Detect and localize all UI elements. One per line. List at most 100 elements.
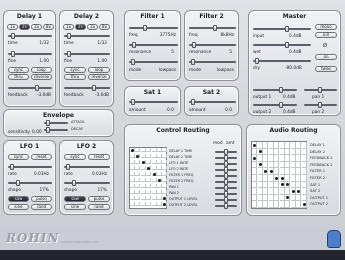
audio-routing-cell[interactable] <box>274 201 279 208</box>
control-routing-cell[interactable] <box>162 160 168 164</box>
control-routing-cell[interactable] <box>157 202 162 206</box>
control-routing-cell[interactable] <box>157 190 162 194</box>
audio-routing-cell[interactable] <box>274 161 279 169</box>
control-routing-amount-slider[interactable] <box>215 167 237 173</box>
control-routing-cell[interactable] <box>151 166 157 170</box>
delay-2-time-thumb[interactable] <box>67 33 71 39</box>
master-dry-slider[interactable] <box>253 58 311 64</box>
delay-1-reverse-button[interactable]: reverse <box>31 74 52 80</box>
lfo-1-shape-thumb[interactable] <box>16 180 20 186</box>
audio-routing-cell[interactable] <box>301 142 307 149</box>
audio-routing-cell[interactable] <box>301 161 307 169</box>
control-routing-cell[interactable] <box>135 202 141 206</box>
audio-routing-cell[interactable] <box>301 194 307 202</box>
control-routing-cell[interactable] <box>130 172 135 176</box>
control-routing-cell[interactable] <box>162 154 168 158</box>
control-routing-amount-slider[interactable] <box>215 149 237 155</box>
control-routing-cell[interactable] <box>146 154 152 158</box>
audio-routing-cell[interactable] <box>263 175 268 182</box>
control-routing-cell[interactable] <box>151 148 157 152</box>
control-routing-cell[interactable] <box>130 190 135 194</box>
audio-routing-cell[interactable] <box>285 168 290 175</box>
delay-1-fine-thumb[interactable] <box>11 51 15 57</box>
audio-routing-cell[interactable] <box>301 148 307 156</box>
control-routing-cell[interactable] <box>130 166 135 170</box>
audio-routing-cell[interactable] <box>296 155 301 162</box>
control-routing-cell[interactable] <box>162 184 168 188</box>
audio-routing-cell[interactable] <box>252 181 257 189</box>
control-routing-cell[interactable] <box>146 196 152 200</box>
master-input-slider[interactable] <box>253 26 311 32</box>
lfo-2-shape-slider[interactable] <box>64 180 110 186</box>
audio-routing-cell[interactable] <box>274 142 279 149</box>
lfo-2-sine-button[interactable]: sine <box>64 204 86 210</box>
master-output-2-slider[interactable] <box>253 102 297 108</box>
control-routing-cell[interactable] <box>146 202 152 206</box>
audio-routing-cell[interactable] <box>279 168 285 175</box>
sat-1-amount-slider[interactable] <box>129 99 178 105</box>
control-routing-amount-slider[interactable] <box>215 203 237 209</box>
control-routing-cell[interactable] <box>135 184 141 188</box>
lfo-1-rate-slider[interactable] <box>8 164 52 170</box>
control-routing-cell[interactable] <box>146 148 152 152</box>
audio-routing-cell[interactable] <box>296 168 301 175</box>
control-routing-cell[interactable] <box>162 166 168 170</box>
delay-2-mult-8x[interactable]: 8x <box>99 24 110 30</box>
envelope-attack-slider[interactable] <box>44 120 68 126</box>
audio-routing-cell[interactable] <box>268 155 274 162</box>
control-routing-cell[interactable] <box>135 160 141 164</box>
lfo-2-rate-thumb[interactable] <box>66 164 70 170</box>
control-routing-amount-thumb[interactable] <box>224 203 228 209</box>
control-routing-cell[interactable] <box>135 190 141 194</box>
control-routing-cell[interactable] <box>140 190 146 194</box>
envelope-attack-thumb[interactable] <box>46 120 50 126</box>
control-routing-cell[interactable] <box>157 166 162 170</box>
filter-2-freq-thumb[interactable] <box>213 25 217 31</box>
audio-routing-cell[interactable] <box>301 181 307 189</box>
control-routing-cell[interactable] <box>151 202 157 206</box>
master-pan-2-thumb[interactable] <box>318 102 322 108</box>
delay-2-time-slider[interactable] <box>64 33 110 39</box>
delay-2-thru-button[interactable]: thru <box>64 74 86 80</box>
lfo-1-sine-button[interactable]: sine <box>8 204 29 210</box>
delay-2-mult-3x[interactable]: 3x <box>87 24 98 30</box>
control-routing-amount-slider[interactable] <box>215 191 237 197</box>
audio-routing-cell[interactable] <box>263 155 268 162</box>
control-routing-amount-slider[interactable] <box>215 161 237 167</box>
control-routing-cell[interactable] <box>162 172 168 176</box>
audio-routing-cell[interactable] <box>301 168 307 175</box>
control-routing-amount-slider[interactable] <box>215 197 237 203</box>
control-routing-cell[interactable] <box>157 184 162 188</box>
control-routing-amount-slider[interactable] <box>215 185 237 191</box>
control-routing-cell[interactable] <box>157 154 162 158</box>
audio-routing-cell[interactable] <box>263 181 268 189</box>
lfo-1-rand-button[interactable]: rand <box>31 204 52 210</box>
audio-routing-cell[interactable] <box>252 161 257 169</box>
lfo-1-shape-slider[interactable] <box>8 180 52 186</box>
control-routing-cell[interactable] <box>157 196 162 200</box>
audio-routing-cell[interactable] <box>252 168 257 175</box>
audio-routing-cell[interactable] <box>301 155 307 162</box>
audio-routing-cell[interactable] <box>296 175 301 182</box>
audio-routing-cell[interactable] <box>279 201 285 208</box>
filter-1-resonance-slider[interactable] <box>129 42 178 48</box>
audio-routing-cell[interactable] <box>285 188 290 195</box>
lfo-2-saw-button[interactable]: saw <box>64 196 86 202</box>
delay-1-feedback-slider[interactable] <box>8 85 52 91</box>
audio-routing-cell[interactable] <box>268 175 274 182</box>
audio-routing-cell[interactable] <box>263 142 268 149</box>
delay-1-mult-3x[interactable]: 3x <box>31 24 42 30</box>
control-routing-cell[interactable] <box>130 202 135 206</box>
audio-routing-cell[interactable] <box>296 161 301 169</box>
control-routing-cell[interactable] <box>140 148 146 152</box>
audio-routing-cell[interactable] <box>290 142 296 149</box>
control-routing-cell[interactable] <box>140 172 146 176</box>
filter-2-resonance-thumb[interactable] <box>192 42 196 48</box>
control-routing-cell[interactable] <box>162 190 168 194</box>
audio-routing-cell[interactable] <box>257 155 263 162</box>
control-routing-matrix[interactable] <box>129 147 168 209</box>
audio-routing-cell[interactable] <box>252 175 257 182</box>
control-routing-cell[interactable] <box>130 178 135 182</box>
audio-routing-cell[interactable] <box>296 201 301 208</box>
delay-1-feedback-thumb[interactable] <box>35 85 39 91</box>
